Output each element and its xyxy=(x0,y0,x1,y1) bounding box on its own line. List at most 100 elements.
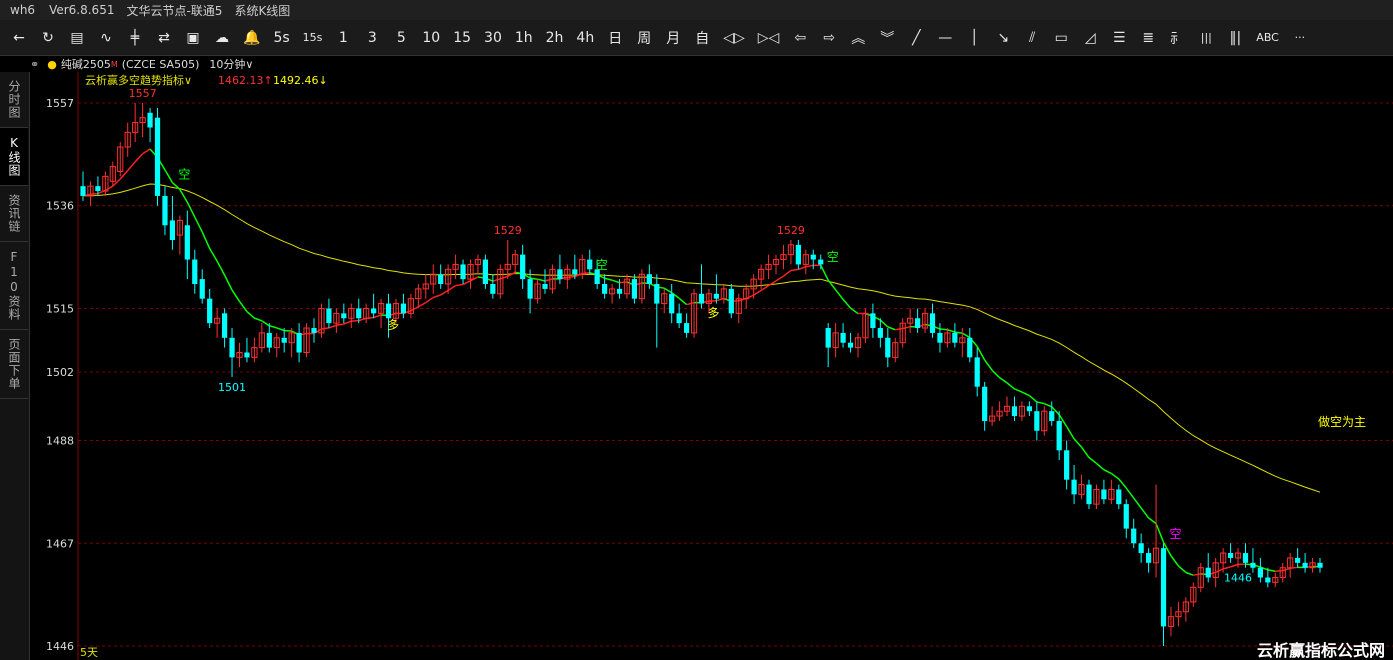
candle-body xyxy=(1257,567,1263,578)
candle xyxy=(109,161,116,187)
trendline-icon[interactable]: ╱ xyxy=(905,24,927,52)
period-button-13[interactable]: 5 xyxy=(390,24,412,52)
more-icon[interactable]: ··· xyxy=(1289,24,1311,52)
ma-short-segment xyxy=(604,277,613,281)
candle xyxy=(139,103,146,138)
period-button-19[interactable]: 4h xyxy=(573,24,597,52)
candle-body xyxy=(870,313,876,329)
rectangle-icon[interactable]: ▭ xyxy=(1050,24,1072,52)
arrow-left-icon[interactable]: ← xyxy=(8,24,30,52)
indicator-name[interactable]: 云析赢多空趋势指标∨ xyxy=(85,73,192,87)
board-icon[interactable]: ▣ xyxy=(182,24,204,52)
ma-short-segment xyxy=(686,301,695,306)
period-button-20[interactable]: 日 xyxy=(604,24,626,52)
left-tab-3[interactable]: F10资料 xyxy=(0,242,28,330)
fib-icon[interactable]: ☰ xyxy=(1108,24,1130,52)
text-icon[interactable]: ABC xyxy=(1253,24,1282,52)
list-icon[interactable]: ▤ xyxy=(66,24,88,52)
period-button-12[interactable]: 3 xyxy=(361,24,383,52)
period-select[interactable]: 10分钟∨ xyxy=(209,56,253,72)
left-tab-0[interactable]: 分时图 xyxy=(0,72,28,128)
period-button-15[interactable]: 15 xyxy=(450,24,474,52)
indicator-value-2: 1492.46↓ xyxy=(273,74,328,87)
scroll-left-icon[interactable]: ⇦ xyxy=(789,24,811,52)
ma-short-segment xyxy=(1155,523,1165,543)
period-button-14[interactable]: 10 xyxy=(419,24,443,52)
left-tab-4[interactable]: 页面下单 xyxy=(0,330,28,399)
triangle-icon[interactable]: ◿ xyxy=(1079,24,1101,52)
ma-short-segment xyxy=(1185,571,1194,576)
candle xyxy=(654,274,660,348)
bell-icon[interactable]: 🔔 xyxy=(240,24,263,52)
zoom-in-icon[interactable]: ▷◁ xyxy=(755,24,783,52)
kline-chart[interactable]: 1557 1536 1515 1502 1488 1467 1446 1557 1501 152… xyxy=(30,72,1393,660)
candle xyxy=(1049,401,1055,426)
signal-label: 空 xyxy=(178,168,190,182)
candle-body xyxy=(438,274,444,284)
left-tab-2[interactable]: 资讯链 xyxy=(0,186,28,242)
period-button-18[interactable]: 2h xyxy=(543,24,567,52)
ma-short-segment xyxy=(1125,487,1135,499)
candle xyxy=(474,254,482,275)
vline-icon[interactable]: │ xyxy=(963,24,985,52)
parallel-line-icon[interactable]: ⫽ xyxy=(1021,24,1043,52)
candle xyxy=(176,215,183,255)
period-button-17[interactable]: 1h xyxy=(512,24,536,52)
server-node[interactable]: 文华云节点-联通5 xyxy=(126,2,222,19)
line-chart-icon[interactable]: ∿ xyxy=(95,24,117,52)
link-icon[interactable]: ⚭ xyxy=(30,58,39,71)
candle-body xyxy=(296,332,302,353)
zoom-out-icon[interactable]: ◁▷ xyxy=(720,24,748,52)
contract-name[interactable]: 纯碱2505 xyxy=(61,56,111,72)
signal-label: 空 xyxy=(596,258,608,272)
candlestick-icon[interactable]: ╪ xyxy=(124,24,146,52)
period-button-16[interactable]: 30 xyxy=(481,24,505,52)
ma-short-segment xyxy=(1193,573,1201,576)
scale-up-icon[interactable]: ︽ xyxy=(847,24,869,52)
period-button-23[interactable]: 自 xyxy=(691,24,713,52)
period-button-10[interactable]: 15s xyxy=(300,24,326,52)
candle xyxy=(1152,484,1160,578)
candle xyxy=(787,239,795,265)
candle xyxy=(1287,553,1294,578)
ma-short-segment xyxy=(827,279,837,291)
candle-body xyxy=(266,332,272,348)
price-annotation: 1529 xyxy=(494,224,522,237)
period-button-22[interactable]: 月 xyxy=(662,24,684,52)
scroll-right-icon[interactable]: ⇨ xyxy=(818,24,840,52)
period-button-21[interactable]: 周 xyxy=(633,24,655,52)
scale-down-icon[interactable]: ︾ xyxy=(876,24,898,52)
candle-body xyxy=(818,259,824,265)
candle-body xyxy=(520,254,526,280)
kline-chart-svg[interactable]: 1557 1536 1515 1502 1488 1467 1446 1557 1501 152… xyxy=(30,72,1393,660)
candle-body xyxy=(162,195,168,226)
candle-body xyxy=(244,352,250,358)
ma-short-segment xyxy=(1177,565,1187,574)
price-annotation: 1446 xyxy=(1224,572,1252,585)
cycle-line-icon[interactable]: ‖| xyxy=(1224,24,1246,52)
gann-icon[interactable]: ≣ xyxy=(1137,24,1159,52)
ma-short-segment xyxy=(530,277,538,280)
channel-icon[interactable]: ⺬ xyxy=(1166,24,1188,52)
candle xyxy=(497,264,504,299)
ma-short-segment xyxy=(238,300,248,313)
candle xyxy=(638,269,645,304)
period-line-icon[interactable]: ||| xyxy=(1195,24,1217,52)
left-tab-1[interactable]: K线图 xyxy=(0,128,28,186)
candle-body xyxy=(602,284,608,294)
candle xyxy=(914,308,921,333)
candle-body xyxy=(929,313,936,333)
switch-icon[interactable]: ⇄ xyxy=(153,24,175,52)
period-button-11[interactable]: 1 xyxy=(332,24,354,52)
arrow-line-icon[interactable]: ↘ xyxy=(992,24,1014,52)
candle xyxy=(333,308,340,333)
ma-short-segment xyxy=(223,274,233,291)
ma-short-segment xyxy=(947,329,956,333)
refresh-icon[interactable]: ↻ xyxy=(37,24,59,52)
candle xyxy=(281,328,287,353)
candle xyxy=(371,293,377,319)
hline-icon[interactable]: — xyxy=(934,24,956,52)
cloud-icon[interactable]: ☁ xyxy=(211,24,233,52)
ma-short-segment xyxy=(1230,563,1239,568)
period-button-9[interactable]: 5s xyxy=(270,24,292,52)
